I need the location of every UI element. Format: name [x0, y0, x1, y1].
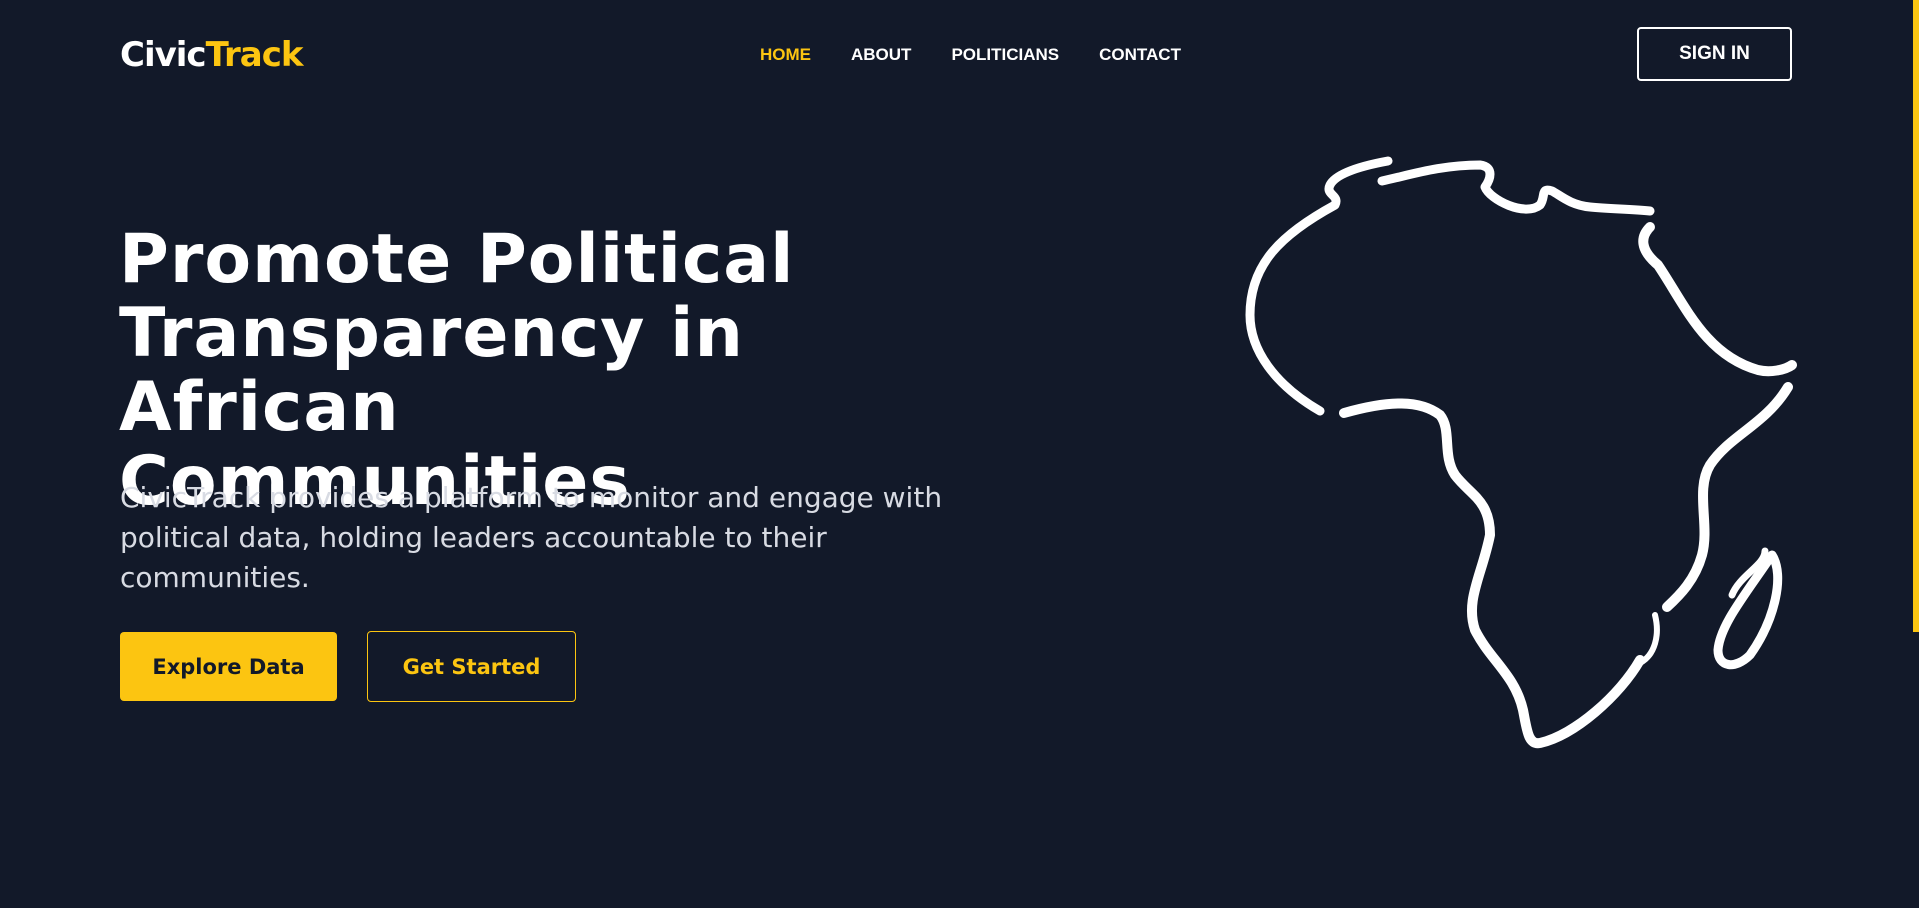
map-stroke-north	[1377, 160, 1655, 216]
explore-data-button[interactable]: Explore Data	[120, 632, 337, 701]
africa-map-outline-icon	[1245, 156, 1797, 749]
map-stroke-west-central	[1339, 398, 1645, 749]
main-nav: HOME ABOUT POLITICIANS CONTACT	[760, 44, 1181, 66]
logo-part-civic: Civic	[120, 35, 207, 75]
hero-title-line-1: Promote Political	[119, 220, 795, 299]
hero-title-line-2: Transparency in African	[119, 294, 744, 447]
logo[interactable]: CivicTrack	[120, 34, 304, 76]
map-stroke-east	[1662, 382, 1793, 612]
hero-title: Promote Political Transparency in Africa…	[119, 223, 1019, 519]
map-stroke-northwest	[1245, 156, 1393, 416]
nav-item-contact[interactable]: CONTACT	[1099, 44, 1181, 66]
map-stroke-horn	[1638, 222, 1797, 377]
hero-subtitle: CivicTrack provides a platform to monito…	[120, 481, 943, 594]
nav-item-home[interactable]: HOME	[760, 44, 811, 66]
nav-item-politicians[interactable]: POLITICIANS	[951, 44, 1059, 66]
nav-item-about[interactable]: ABOUT	[851, 44, 911, 66]
get-started-button[interactable]: Get Started	[367, 631, 576, 702]
logo-part-track: Track	[205, 35, 304, 75]
scrollbar[interactable]	[1913, 0, 1919, 632]
sign-in-button[interactable]: SIGN IN	[1637, 27, 1792, 81]
